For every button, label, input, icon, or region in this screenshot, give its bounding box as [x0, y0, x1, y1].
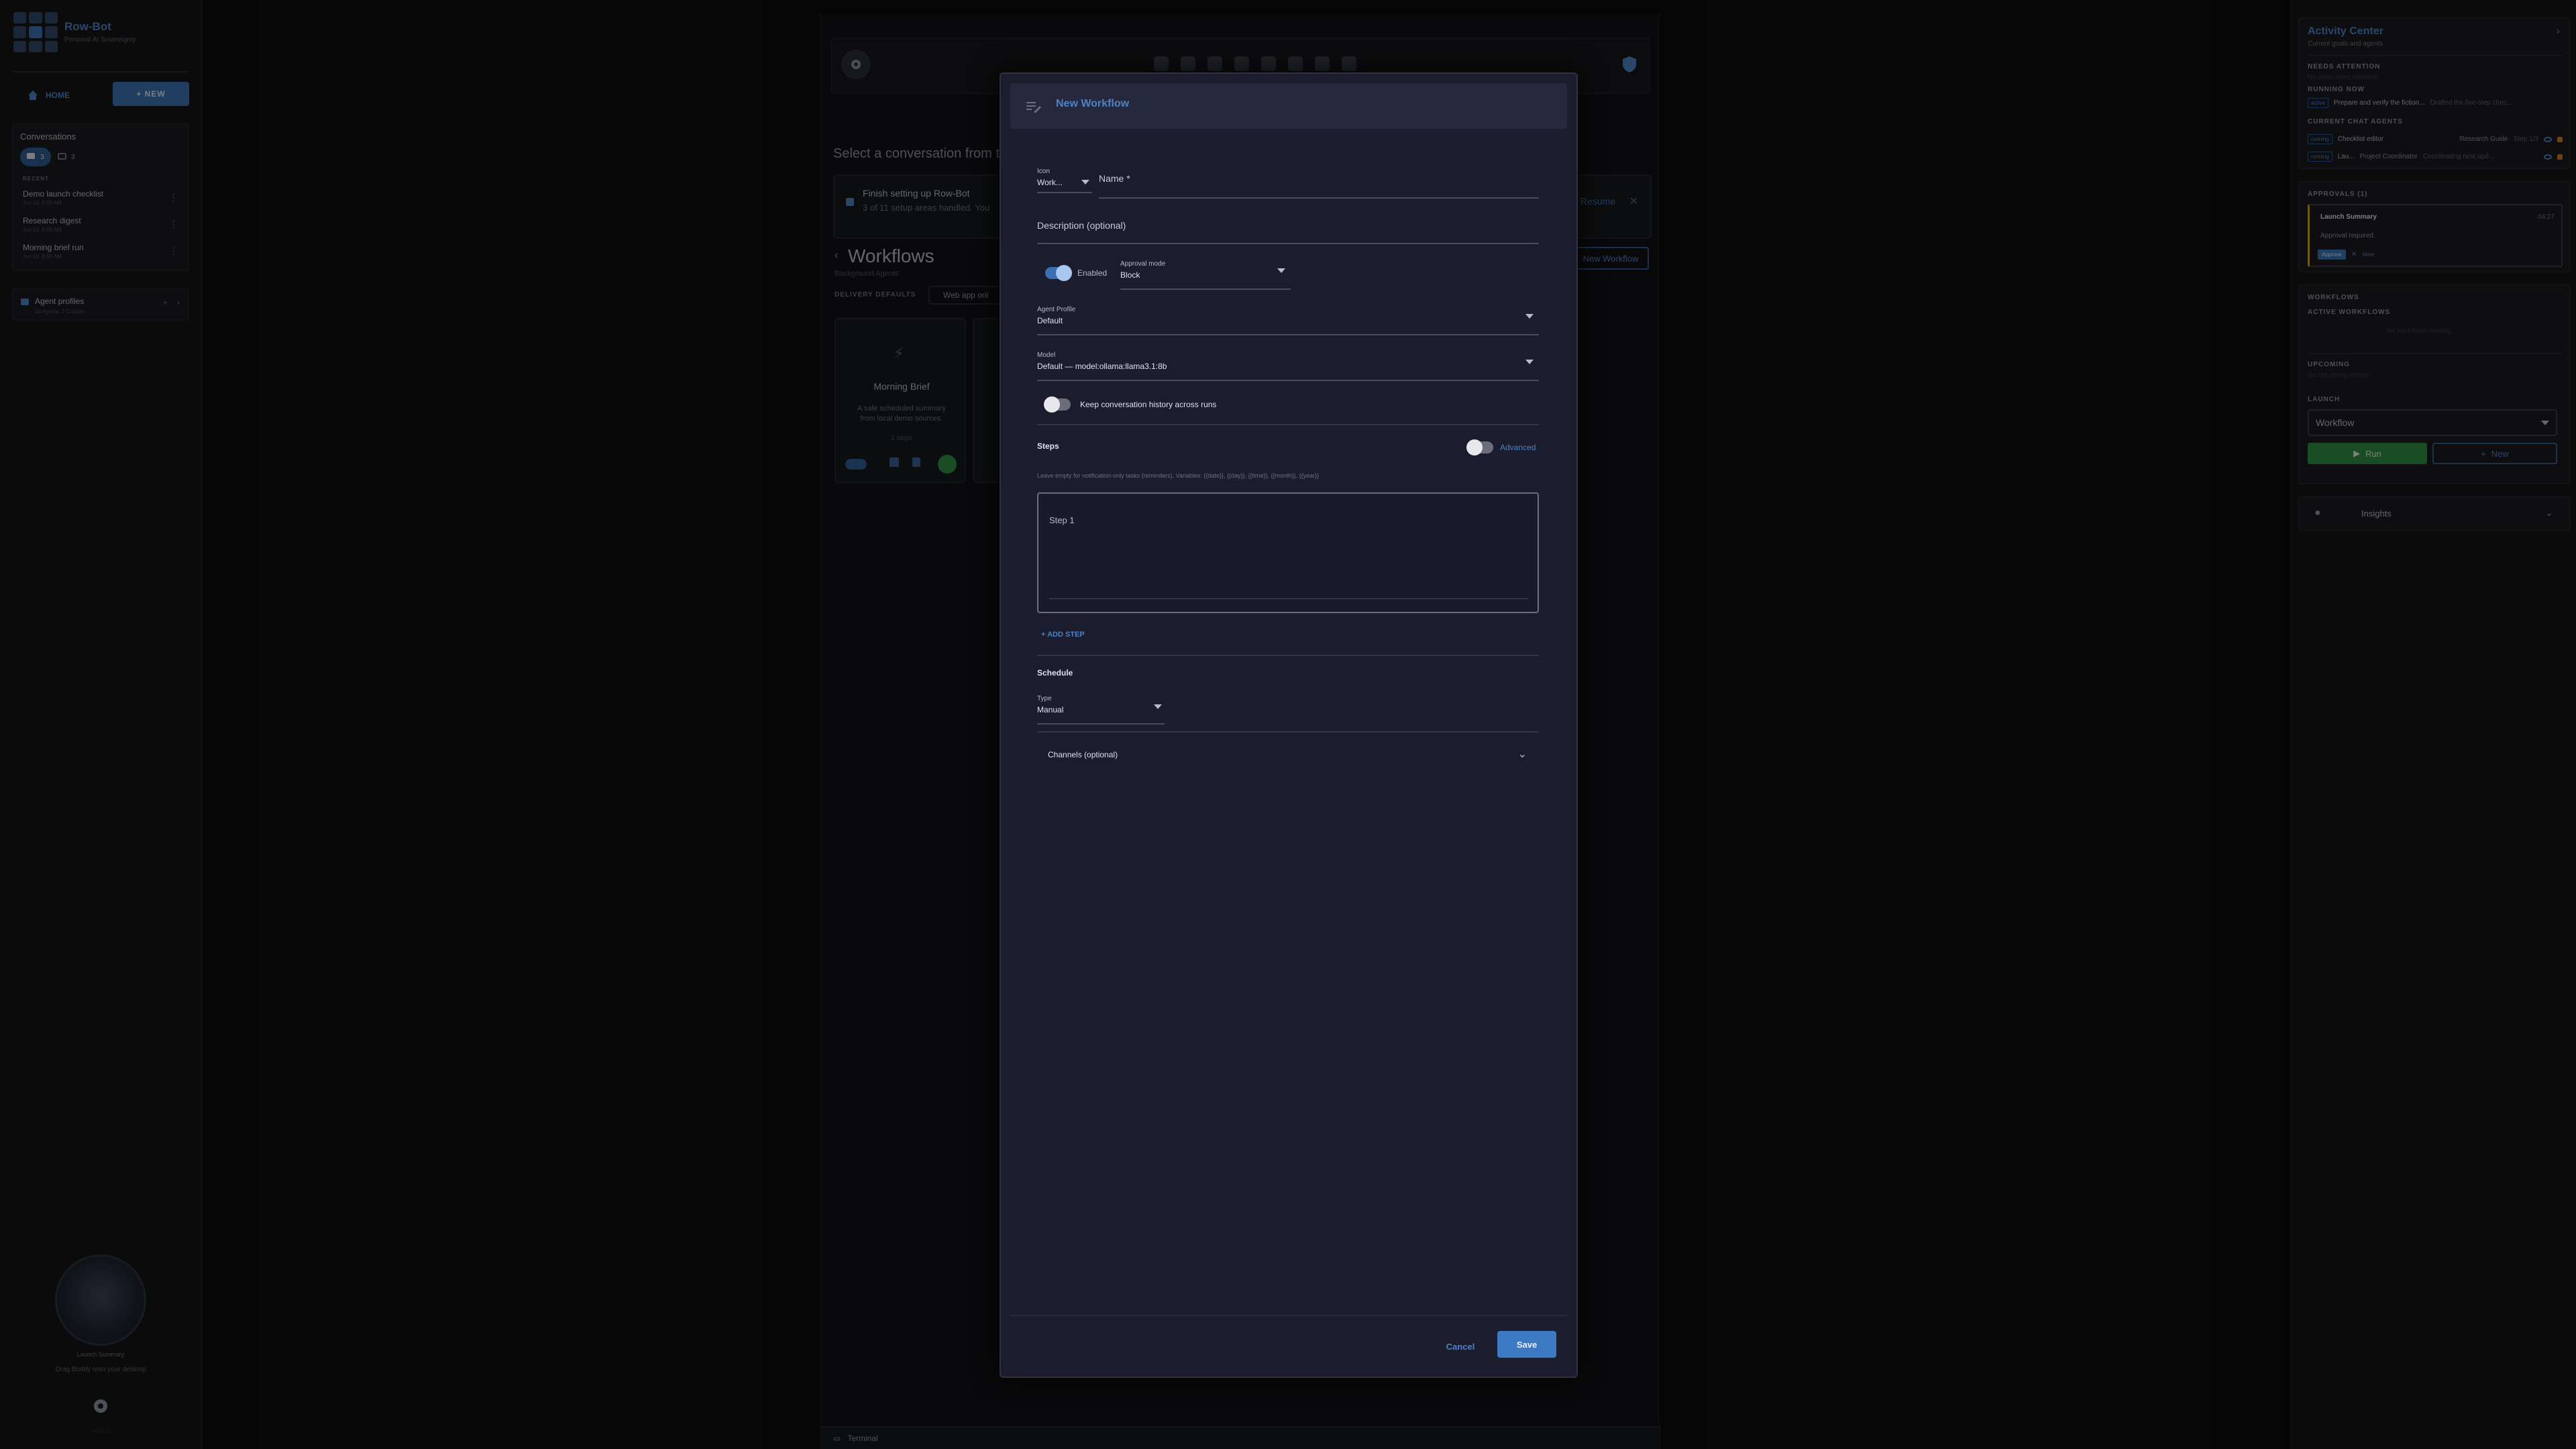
- step-1-placeholder: Step 1: [1049, 515, 1075, 525]
- agent-profile-select[interactable]: Agent Profile Default: [1037, 306, 1539, 335]
- enabled-label: Enabled: [1077, 268, 1108, 278]
- divider: [1010, 1315, 1567, 1316]
- enabled-switch[interactable]: Enabled: [1045, 265, 1108, 281]
- approval-mode-value: Block: [1120, 270, 1140, 280]
- toggle-off[interactable]: [1466, 439, 1493, 455]
- advanced-label: Advanced: [1500, 443, 1536, 452]
- chevron-down-icon: ⌄: [1517, 749, 1527, 760]
- playlist-edit-icon: [1026, 102, 1041, 113]
- icon-label: Icon: [1037, 168, 1050, 175]
- toggle-on[interactable]: [1045, 265, 1072, 281]
- type-label: Type: [1037, 695, 1052, 702]
- model-label: Model: [1037, 352, 1056, 359]
- agent-profile-value: Default: [1037, 316, 1063, 325]
- channels-label: Channels (optional): [1048, 750, 1118, 759]
- name-label: Name *: [1099, 173, 1130, 184]
- type-value: Manual: [1037, 705, 1064, 714]
- dialog-title: New Workflow: [1056, 98, 1130, 109]
- description-input[interactable]: Description (optional): [1037, 220, 1539, 244]
- name-input[interactable]: Name *: [1099, 173, 1539, 199]
- approval-mode-select[interactable]: Approval mode Block: [1120, 260, 1291, 290]
- save-button[interactable]: Save: [1497, 1331, 1556, 1358]
- description-label: Description (optional): [1037, 220, 1126, 231]
- dropdown-caret-icon: [1525, 360, 1534, 364]
- divider: [1037, 424, 1539, 425]
- cancel-button[interactable]: Cancel: [1438, 1335, 1483, 1358]
- dropdown-caret-icon: [1154, 704, 1162, 709]
- steps-hint: Leave empty for notification-only tasks …: [1037, 472, 1320, 479]
- textarea-underline: [1049, 598, 1528, 599]
- steps-label: Steps: [1037, 441, 1059, 451]
- divider: [1037, 655, 1539, 656]
- dropdown-caret-icon: [1081, 180, 1089, 184]
- step-1-textarea[interactable]: Step 1: [1037, 492, 1539, 613]
- new-workflow-dialog: New Workflow Icon Work... Name * Descrip…: [1000, 72, 1578, 1378]
- add-step-button[interactable]: + ADD STEP: [1041, 631, 1085, 639]
- dropdown-caret-icon: [1525, 314, 1534, 319]
- model-value: Default — model:ollama:llama3.1:8b: [1037, 362, 1167, 371]
- schedule-type-select[interactable]: Type Manual: [1037, 695, 1165, 724]
- advanced-switch[interactable]: Advanced: [1466, 439, 1536, 455]
- icon-select[interactable]: Icon Work...: [1037, 168, 1092, 193]
- divider: [1037, 731, 1539, 733]
- agent-profile-label: Agent Profile: [1037, 306, 1076, 313]
- keep-history-label: Keep conversation history across runs: [1080, 400, 1217, 409]
- channels-expander[interactable]: Channels (optional) ⌄: [1037, 742, 1539, 769]
- toggle-off[interactable]: [1044, 396, 1071, 413]
- dropdown-caret-icon: [1277, 268, 1285, 273]
- approval-mode-label: Approval mode: [1120, 260, 1166, 268]
- model-select[interactable]: Model Default — model:ollama:llama3.1:8b: [1037, 352, 1539, 381]
- schedule-label: Schedule: [1037, 668, 1073, 678]
- keep-history-switch[interactable]: Keep conversation history across runs: [1044, 396, 1217, 413]
- dialog-header: New Workflow: [1010, 83, 1567, 129]
